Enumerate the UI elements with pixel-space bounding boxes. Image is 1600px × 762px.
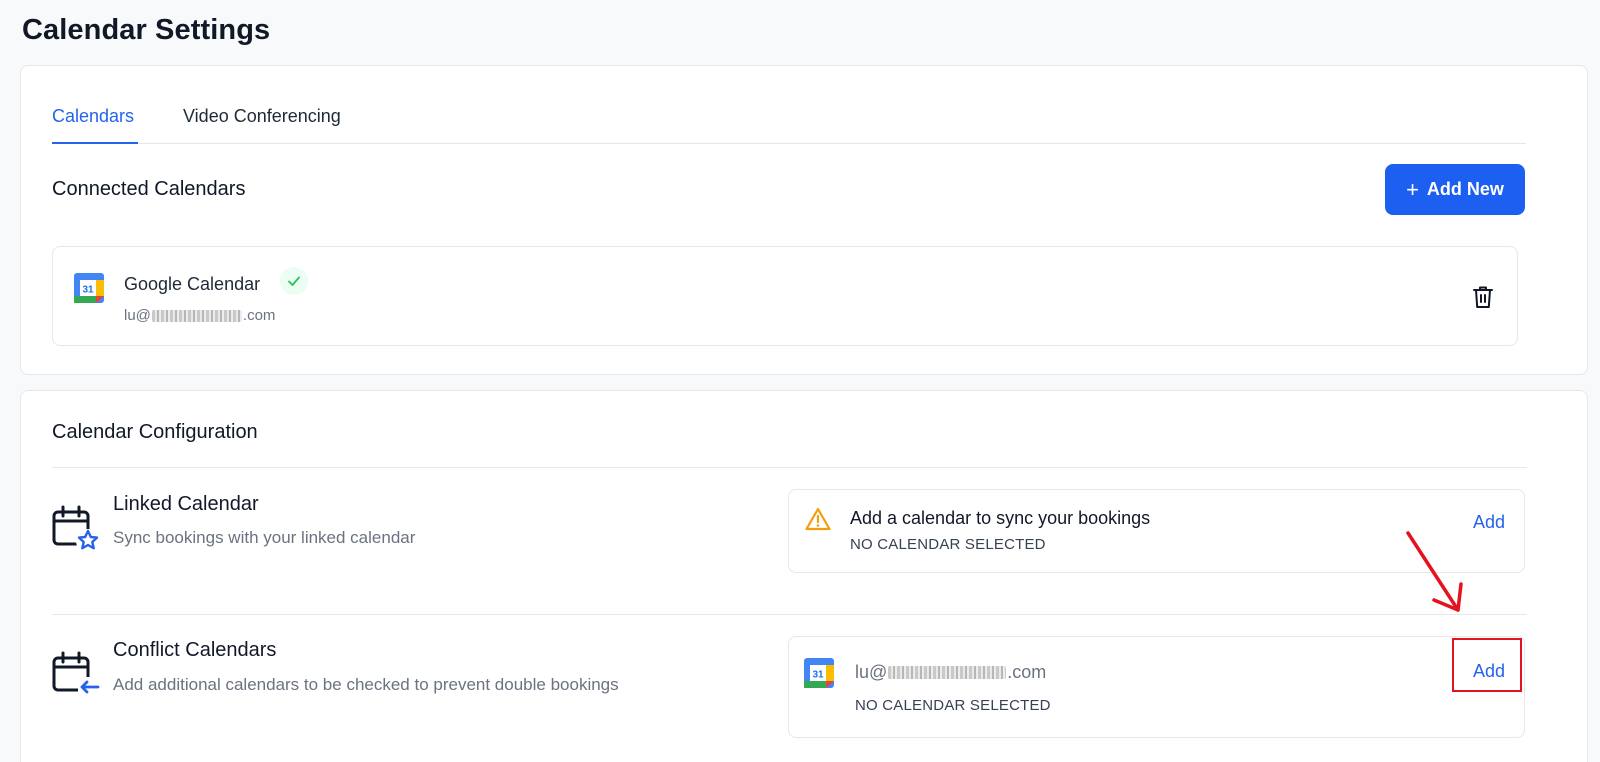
- linked-calendar-subtitle: Sync bookings with your linked calendar: [113, 528, 416, 547]
- conflict-calendar-status: 31 lu@ .com NO CALENDAR SELECTED Add: [788, 636, 1525, 738]
- redacted-email-blur: [888, 666, 1007, 679]
- calendar-arrow-icon: [52, 651, 100, 697]
- divider: [52, 467, 1527, 468]
- linked-calendar-title: Linked Calendar: [113, 493, 259, 515]
- tab-calendars[interactable]: Calendars: [52, 106, 138, 144]
- warning-icon: [805, 507, 831, 531]
- connected-check-icon: [280, 267, 308, 295]
- connected-calendars-card: Calendars Video Conferencing Connected C…: [20, 65, 1588, 375]
- page-title: Calendar Settings: [22, 14, 271, 46]
- svg-text:31: 31: [82, 285, 94, 296]
- add-new-label: Add New: [1426, 179, 1504, 199]
- calendar-configuration-card: Calendar Configuration Linked Calendar S…: [20, 390, 1588, 762]
- linked-status-subtitle: NO CALENDAR SELECTED: [850, 536, 1046, 553]
- trash-icon[interactable]: [1471, 284, 1495, 310]
- connected-calendars-title: Connected Calendars: [52, 178, 246, 200]
- calendar-email: lu@ .com: [124, 307, 276, 324]
- conflict-calendar-email: lu@ .com: [855, 662, 1047, 682]
- tab-bar: Calendars Video Conferencing: [52, 106, 1526, 144]
- calendar-name: Google Calendar: [124, 274, 261, 294]
- linked-add-link[interactable]: Add: [1473, 512, 1505, 533]
- conflict-calendars-subtitle: Add additional calendars to be checked t…: [113, 675, 619, 694]
- google-calendar-icon: 31: [74, 273, 104, 303]
- calendar-configuration-title: Calendar Configuration: [52, 421, 258, 443]
- calendar-star-icon: [52, 505, 100, 553]
- linked-calendar-status: Add a calendar to sync your bookings NO …: [788, 489, 1525, 573]
- connected-calendar-item: 31 Google Calendar lu@ .com: [52, 246, 1518, 346]
- add-new-button[interactable]: + Add New: [1385, 164, 1525, 215]
- linked-status-title: Add a calendar to sync your bookings: [850, 508, 1151, 528]
- conflict-status-subtitle: NO CALENDAR SELECTED: [855, 697, 1051, 714]
- conflict-add-link[interactable]: Add: [1473, 661, 1505, 682]
- plus-icon: +: [1406, 176, 1419, 202]
- redacted-email-blur: [151, 309, 242, 322]
- svg-text:31: 31: [812, 670, 824, 681]
- divider: [52, 614, 1527, 615]
- google-calendar-icon: 31: [804, 658, 834, 688]
- conflict-calendars-title: Conflict Calendars: [113, 639, 277, 661]
- tab-video-conferencing[interactable]: Video Conferencing: [183, 106, 341, 144]
